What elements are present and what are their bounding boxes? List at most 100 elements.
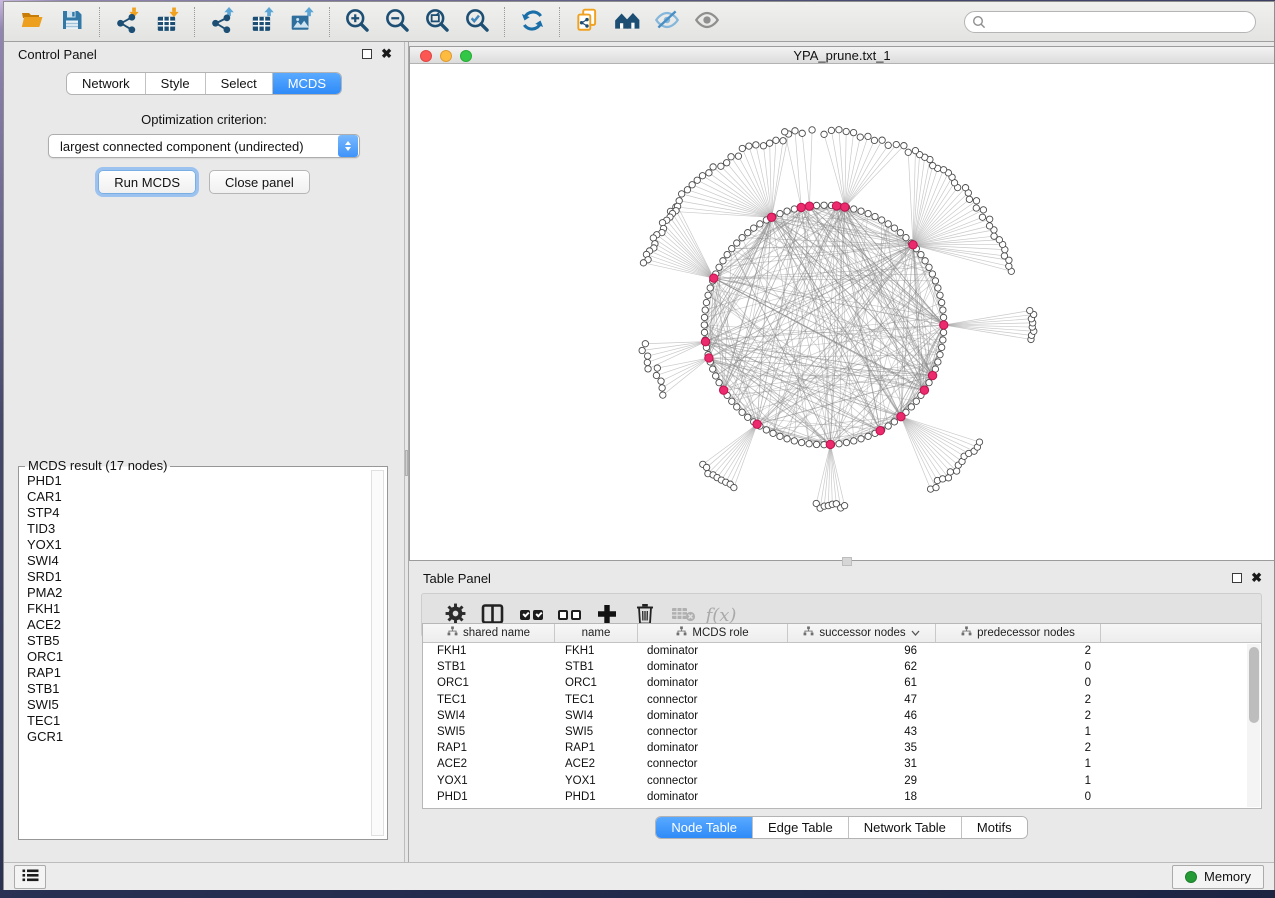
maximize-window-icon[interactable]	[460, 50, 472, 62]
table-cell[interactable]: connector	[638, 694, 788, 706]
table-cell[interactable]: SWI4	[555, 710, 638, 722]
table-cell[interactable]: dominator	[638, 742, 788, 754]
mcds-result-item[interactable]: YOX1	[27, 537, 367, 553]
table-cell[interactable]: dominator	[638, 710, 788, 722]
table-cell[interactable]: FKH1	[555, 645, 638, 657]
table-cell[interactable]: 2	[936, 742, 1101, 754]
mcds-result-item[interactable]: PMA2	[27, 585, 367, 601]
import-network-button[interactable]	[107, 6, 147, 38]
table-row[interactable]: STB1STB1dominator620	[423, 659, 1261, 675]
table-cell[interactable]: 1	[936, 775, 1101, 787]
table-cell[interactable]: 2	[936, 645, 1101, 657]
table-row[interactable]: RAP1RAP1dominator352	[423, 740, 1261, 756]
search-input[interactable]	[964, 11, 1256, 33]
mcds-result-item[interactable]: CAR1	[27, 489, 367, 505]
tab-network-table[interactable]: Network Table	[849, 817, 962, 838]
command-list-button[interactable]	[14, 865, 46, 889]
mcds-result-item[interactable]: TEC1	[27, 713, 367, 729]
tab-mcds[interactable]: MCDS	[273, 73, 341, 94]
save-session-button[interactable]	[52, 6, 92, 38]
zoom-out-button[interactable]	[377, 6, 417, 38]
close-panel-icon[interactable]: ✖	[381, 49, 392, 59]
table-scrollbar-thumb[interactable]	[1249, 647, 1259, 723]
table-cell[interactable]: ORC1	[555, 677, 638, 689]
table-cell[interactable]: RAP1	[555, 742, 638, 754]
mcds-result-item[interactable]: ORC1	[27, 649, 367, 665]
tab-style[interactable]: Style	[146, 73, 206, 94]
export-table-button[interactable]	[242, 6, 282, 38]
zoom-selected-button[interactable]	[457, 6, 497, 38]
table-cell[interactable]: 35	[788, 742, 936, 754]
mcds-result-item[interactable]: STP4	[27, 505, 367, 521]
import-table-button[interactable]	[147, 6, 187, 38]
float-panel-icon[interactable]	[1232, 573, 1242, 583]
close-window-icon[interactable]	[420, 50, 432, 62]
table-cell[interactable]: 29	[788, 775, 936, 787]
float-panel-icon[interactable]	[362, 49, 372, 59]
mcds-list-scrollbar[interactable]	[371, 470, 384, 836]
table-cell[interactable]: connector	[638, 726, 788, 738]
tab-network[interactable]: Network	[67, 73, 146, 94]
table-row[interactable]: YOX1YOX1connector291	[423, 773, 1261, 789]
table-cell[interactable]: ACE2	[423, 758, 555, 770]
table-cell[interactable]: 2	[936, 710, 1101, 722]
mcds-result-item[interactable]: STB1	[27, 681, 367, 697]
table-cell[interactable]: STB1	[555, 661, 638, 673]
table-cell[interactable]: dominator	[638, 645, 788, 657]
zoom-fit-button[interactable]	[417, 6, 457, 38]
mcds-result-item[interactable]: STB5	[27, 633, 367, 649]
first-neighbors-button[interactable]	[607, 6, 647, 38]
tab-select[interactable]: Select	[206, 73, 273, 94]
table-cell[interactable]: TEC1	[555, 694, 638, 706]
criterion-dropdown[interactable]: largest connected component (undirected)	[48, 134, 360, 158]
table-cell[interactable]: 61	[788, 677, 936, 689]
mcds-result-item[interactable]: SWI4	[27, 553, 367, 569]
mcds-result-item[interactable]: ACE2	[27, 617, 367, 633]
table-row[interactable]: ACE2ACE2connector311	[423, 756, 1261, 772]
close-panel-button[interactable]: Close panel	[209, 170, 310, 194]
table-cell[interactable]: SWI5	[555, 726, 638, 738]
network-window-titlebar[interactable]: YPA_prune.txt_1	[410, 47, 1274, 64]
table-cell[interactable]: ORC1	[423, 677, 555, 689]
table-cell[interactable]: 0	[936, 677, 1101, 689]
memory-button[interactable]: Memory	[1172, 865, 1264, 889]
splitter-grip[interactable]	[842, 557, 852, 566]
column-header-shared-name[interactable]: shared name	[423, 624, 555, 642]
hide-selected-button[interactable]	[647, 6, 687, 38]
export-network-button[interactable]	[202, 6, 242, 38]
table-cell[interactable]: connector	[638, 775, 788, 787]
show-all-button[interactable]	[687, 6, 727, 38]
minimize-window-icon[interactable]	[440, 50, 452, 62]
tab-node-table[interactable]: Node Table	[656, 817, 753, 838]
table-cell[interactable]: 46	[788, 710, 936, 722]
table-row[interactable]: PHD1PHD1dominator180	[423, 789, 1261, 805]
table-cell[interactable]: SWI5	[423, 726, 555, 738]
table-cell[interactable]: 43	[788, 726, 936, 738]
mcds-result-item[interactable]: TID3	[27, 521, 367, 537]
mcds-result-item[interactable]: RAP1	[27, 665, 367, 681]
refresh-button[interactable]	[512, 6, 552, 38]
table-cell[interactable]: 47	[788, 694, 936, 706]
table-cell[interactable]: PHD1	[423, 791, 555, 803]
tab-motifs[interactable]: Motifs	[962, 817, 1027, 838]
table-cell[interactable]: connector	[638, 758, 788, 770]
table-cell[interactable]: dominator	[638, 677, 788, 689]
splitter-grip[interactable]	[405, 450, 408, 476]
mcds-result-item[interactable]: SWI5	[27, 697, 367, 713]
close-panel-icon[interactable]: ✖	[1251, 573, 1262, 583]
table-cell[interactable]: ACE2	[555, 758, 638, 770]
table-scrollbar[interactable]	[1247, 644, 1260, 807]
open-file-button[interactable]	[12, 6, 52, 38]
table-cell[interactable]: 31	[788, 758, 936, 770]
table-row[interactable]: SWI5SWI5connector431	[423, 724, 1261, 740]
table-cell[interactable]: STB1	[423, 661, 555, 673]
table-cell[interactable]: SWI4	[423, 710, 555, 722]
table-row[interactable]: SWI4SWI4dominator462	[423, 708, 1261, 724]
table-cell[interactable]: TEC1	[423, 694, 555, 706]
mcds-result-item[interactable]: FKH1	[27, 601, 367, 617]
zoom-in-button[interactable]	[337, 6, 377, 38]
table-row[interactable]: TEC1TEC1connector472	[423, 692, 1261, 708]
table-cell[interactable]: 1	[936, 758, 1101, 770]
table-cell[interactable]: 1	[936, 726, 1101, 738]
export-image-button[interactable]	[282, 6, 322, 38]
